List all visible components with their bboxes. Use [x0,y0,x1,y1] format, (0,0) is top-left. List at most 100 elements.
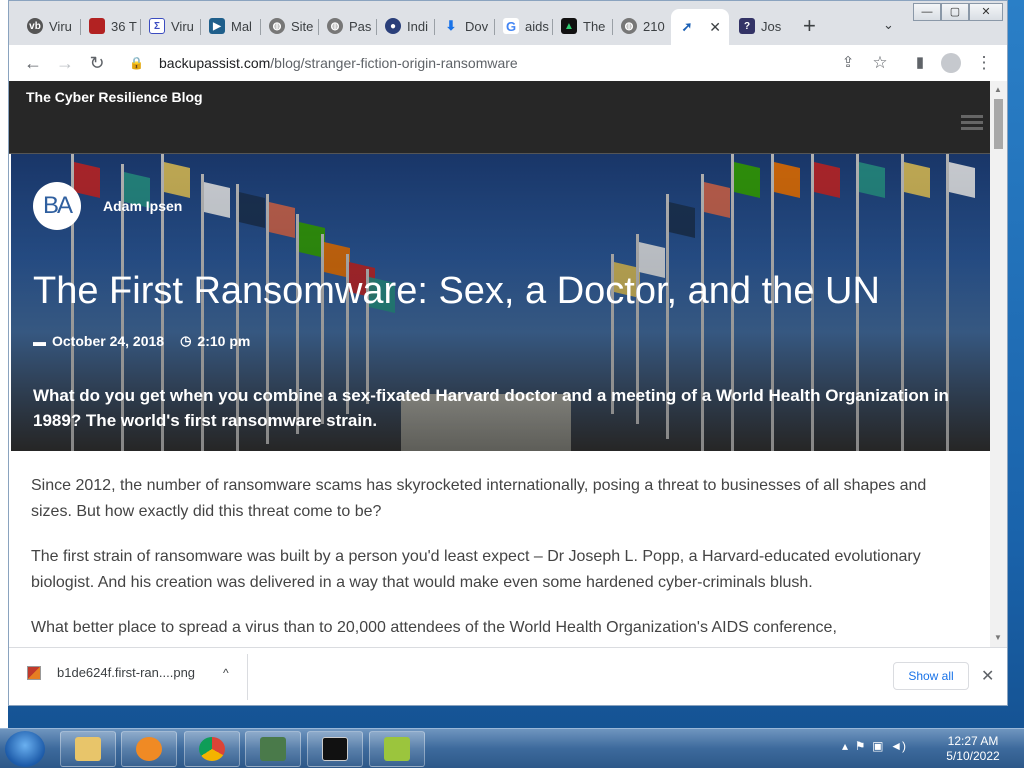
url-path: /blog/stranger-fiction-origin-ransomware [270,55,518,71]
share-icon[interactable]: ⇪ [837,53,859,73]
tab-1[interactable]: vb Viru [19,11,81,41]
tab-8[interactable]: ⬇ Dov [435,11,495,41]
tab-6[interactable]: ◍ Pas [319,11,377,41]
article-paragraph-1: Since 2012, the number of ransomware sca… [31,477,927,520]
tab-favicon-icon: vb [27,18,43,34]
tab-label: Jos [761,18,782,34]
taskbar-explorer[interactable] [60,731,116,767]
clock-time: 12:27 AM [947,734,999,748]
tab-favicon-icon: ▲ [561,18,577,34]
download-icon: ⬇ [445,18,457,33]
back-arrow-icon[interactable]: ← [21,51,45,75]
tab-label: aids [525,18,549,34]
url-host: backupassist.com [159,55,271,71]
show-all-button[interactable]: Show all [893,662,969,690]
tab-label: Site [291,18,314,34]
tab-favicon-icon: ? [739,18,755,34]
reload-icon[interactable]: ↻ [85,51,109,75]
google-icon: G [503,18,519,34]
start-button[interactable] [5,731,45,767]
desktop-left-strip [0,0,8,728]
taskbar-clock[interactable]: 12:27 AM 5/10/2022 [938,734,1008,764]
profile-avatar-icon[interactable] [941,53,961,73]
post-time: 2:10 pm [197,333,251,349]
taskbar-network-tool[interactable] [245,731,301,767]
tab-active[interactable]: ➚ ✕ [671,9,729,45]
page-scrollbar[interactable]: ▲ ▼ [990,81,1007,647]
article-body: Since 2012, the number of ransomware sca… [31,473,971,647]
terminal-icon [322,737,348,761]
post-date: October 24, 2018 [52,333,165,349]
hero-banner: BA Adam Ipsen The First Ransomware: Sex,… [11,154,990,451]
clock-icon: ◷ [180,333,192,348]
close-downloads-icon[interactable]: ✕ [981,666,994,686]
maximize-button[interactable]: ▢ [941,3,969,21]
side-panel-icon[interactable]: ▮ [909,53,931,73]
tab-search-chevron-icon[interactable]: ⌄ [883,17,894,33]
tab-favicon-icon: ● [385,18,401,34]
scrollbar-thumb[interactable] [994,99,1003,149]
taskbar-chrome[interactable] [184,731,240,767]
tab-5[interactable]: ◍ Site [261,11,319,41]
bookmark-star-icon[interactable]: ☆ [869,53,891,73]
tab-label: Mal [231,18,252,34]
tab-4[interactable]: ▶ Mal [201,11,261,41]
downloads-divider [247,654,248,700]
media-player-icon [136,737,162,761]
tab-11[interactable]: ◍ 210 [613,11,671,41]
chevron-up-icon[interactable]: ^ [223,666,229,680]
site-header: The Cyber Resilience Blog [9,81,990,154]
menu-kebab-icon[interactable]: ⋮ [973,53,995,73]
tab-label: Viru [171,18,194,34]
post-lede: What do you get when you combine a sex-f… [33,386,949,430]
tab-label: Indi [407,18,428,34]
tab-2[interactable]: 36 T [81,11,141,41]
tab-10[interactable]: ▲ The [553,11,613,41]
page-viewport: The Cyber Resilience Blog BA Adam Ipsen … [9,81,1007,647]
network-tool-icon [260,737,286,761]
close-window-button[interactable]: ✕ [969,3,1003,21]
tab-favicon-icon [89,18,105,34]
taskbar-media-player[interactable] [121,731,177,767]
site-title[interactable]: The Cyber Resilience Blog [26,89,203,105]
tab-7[interactable]: ● Indi [377,11,435,41]
tab-label: The [583,18,606,34]
author-name[interactable]: Adam Ipsen [103,198,182,214]
download-item[interactable]: b1de624f.first-ran....png ^ [27,665,229,680]
tab-favicon-icon: ▶ [209,18,225,34]
tab-close-icon[interactable]: ✕ [709,19,721,36]
lock-icon[interactable]: 🔒 [129,56,147,70]
address-bar[interactable]: 🔒 backupassist.com/blog/stranger-fiction… [121,49,913,77]
article-paragraph-2: The first strain of ransomware was built… [31,548,921,591]
hamburger-menu-icon[interactable] [961,115,983,133]
folder-icon [75,737,101,761]
image-file-icon [27,665,41,680]
downloads-bar: b1de624f.first-ran....png ^ Show all ✕ [9,647,1007,705]
minimize-button[interactable]: — [913,3,941,21]
browser-window: vb Viru 36 T Σ Viru ▶ Mal ◍ Site ◍ Pas ●… [8,0,1008,706]
tab-9[interactable]: G aids [495,11,553,41]
scroll-up-arrow-icon[interactable]: ▲ [994,85,1002,94]
taskbar-command-prompt[interactable] [307,731,363,767]
author-avatar[interactable]: BA [33,182,81,230]
chrome-icon [199,737,225,761]
clock-date: 5/10/2022 [946,749,1000,763]
taskbar: ▴ ⚑ ▣ ◄) 12:27 AM 5/10/2022 [0,728,1024,768]
forward-arrow-icon[interactable]: → [53,51,77,75]
scroll-down-arrow-icon[interactable]: ▼ [994,633,1002,642]
tab-label: Viru [49,18,72,34]
backupassist-icon: ➚ [681,19,693,34]
tab-label: Pas [349,18,372,34]
post-meta: ▬ October 24, 2018 ◷ 2:10 pm [33,333,250,349]
new-tab-button[interactable]: + [803,15,816,37]
tab-favicon-icon: ◍ [269,18,285,34]
tab-favicon-icon: Σ [149,18,165,34]
tab-3[interactable]: Σ Viru [141,11,201,41]
tab-label: 36 T [111,18,137,34]
taskbar-editor[interactable] [369,731,425,767]
tab-13[interactable]: ? Jos [731,11,791,41]
tab-favicon-icon: ◍ [327,18,343,34]
browser-toolbar: ← → ↻ 🔒 backupassist.com/blog/stranger-f… [9,45,1007,81]
calendar-icon: ▬ [33,333,46,349]
system-tray[interactable]: ▴ ⚑ ▣ ◄) [842,739,906,753]
